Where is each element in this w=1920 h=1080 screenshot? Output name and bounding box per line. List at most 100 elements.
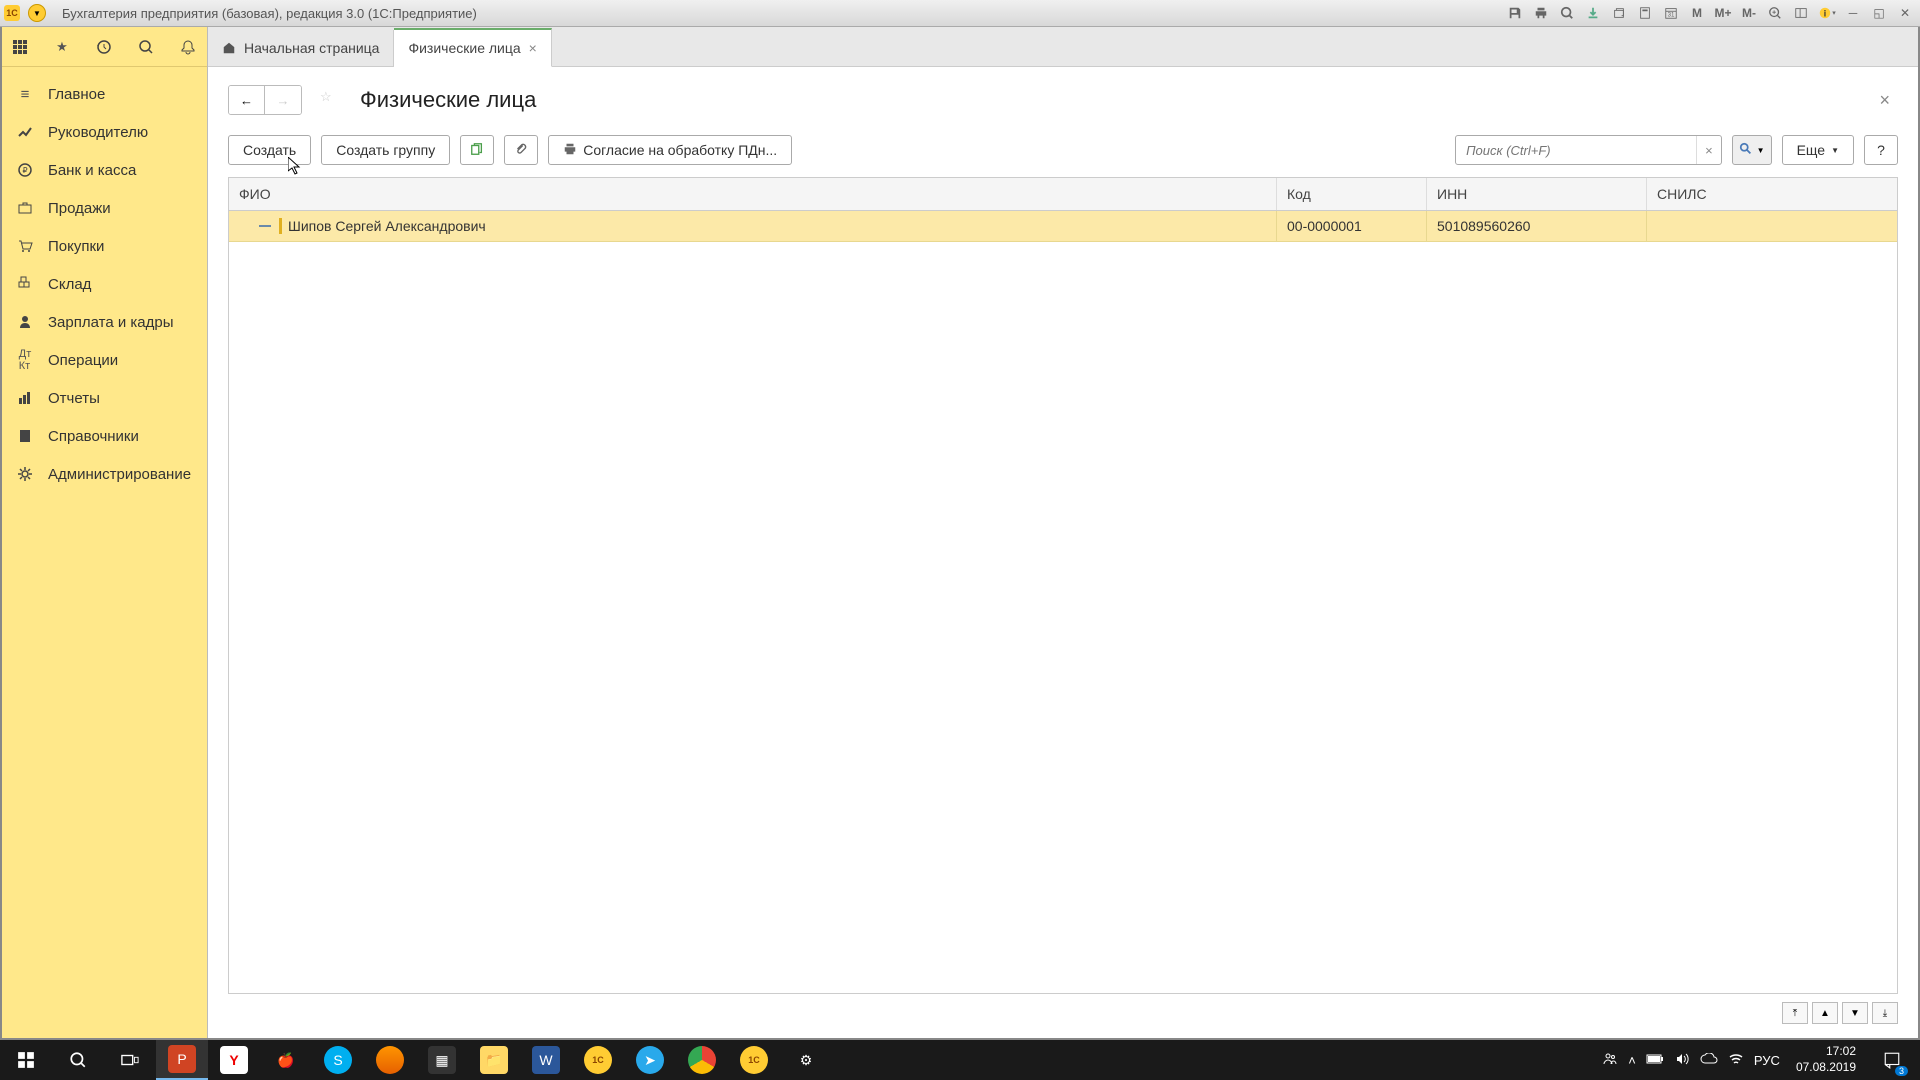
- more-button[interactable]: Еще ▼: [1782, 135, 1854, 165]
- panels-icon[interactable]: [1790, 4, 1812, 22]
- zoom-icon[interactable]: [1764, 4, 1786, 22]
- tray-expand-icon[interactable]: ˄: [1628, 1053, 1636, 1068]
- data-table: ФИО Код ИНН СНИЛС Шипов Сергей Александр…: [228, 177, 1898, 994]
- sidebar-item-operations[interactable]: ДтКтОперации: [2, 341, 207, 379]
- search-input[interactable]: [1456, 139, 1696, 162]
- attach-button[interactable]: [504, 135, 538, 165]
- star-icon[interactable]: ★: [52, 37, 72, 57]
- download-icon[interactable]: [1582, 4, 1604, 22]
- list-nav-first[interactable]: ⤒: [1782, 1002, 1808, 1024]
- sidebar-item-label: Банк и касса: [48, 162, 136, 179]
- tab-label: Физические лица: [408, 40, 520, 56]
- apps-icon[interactable]: [10, 37, 30, 57]
- taskbar-app-yandex[interactable]: Y: [208, 1040, 260, 1080]
- taskbar-app-tomato[interactable]: 🍎: [260, 1040, 312, 1080]
- nav-back-button[interactable]: ←: [229, 86, 265, 114]
- cortana-search[interactable]: [52, 1040, 104, 1080]
- sidebar-item-manager[interactable]: Руководителю: [2, 113, 207, 151]
- column-header-fio[interactable]: ФИО: [229, 178, 1277, 210]
- cell-inn: 501089560260: [1427, 211, 1647, 241]
- cart-icon: [16, 237, 34, 255]
- copy-icon: [470, 142, 484, 159]
- taskbar-app-skype[interactable]: S: [312, 1040, 364, 1080]
- info-icon[interactable]: i▾: [1816, 4, 1838, 22]
- app-menu-dropdown[interactable]: ▼: [28, 4, 46, 22]
- taskbar-app-explorer[interactable]: 📁: [468, 1040, 520, 1080]
- copy-button[interactable]: [460, 135, 494, 165]
- notifications-button[interactable]: 3: [1872, 1040, 1912, 1080]
- create-group-button[interactable]: Создать группу: [321, 135, 450, 165]
- create-button[interactable]: Создать: [228, 135, 311, 165]
- taskbar-app-1c-1[interactable]: 1C: [572, 1040, 624, 1080]
- chart-icon: [16, 389, 34, 407]
- volume-icon[interactable]: [1674, 1051, 1690, 1070]
- help-button[interactable]: ?: [1864, 135, 1898, 165]
- sidebar-item-bank[interactable]: ₽ Банк и касса: [2, 151, 207, 189]
- taskbar-app-chrome[interactable]: [676, 1040, 728, 1080]
- column-header-code[interactable]: Код: [1277, 178, 1427, 210]
- favorite-star-icon[interactable]: ☆: [320, 89, 342, 111]
- sidebar-item-salary[interactable]: Зарплата и кадры: [2, 303, 207, 341]
- taskbar-app-1c-2[interactable]: 1C: [728, 1040, 780, 1080]
- tab-home[interactable]: Начальная страница: [208, 30, 394, 66]
- paperclip-icon: [514, 142, 528, 159]
- sidebar-item-main[interactable]: ≡Главное: [2, 75, 207, 113]
- list-nav-up[interactable]: ▲: [1812, 1002, 1838, 1024]
- tab-label: Начальная страница: [244, 40, 379, 56]
- column-header-snils[interactable]: СНИЛС: [1647, 178, 1897, 210]
- print-icon[interactable]: [1530, 4, 1552, 22]
- mem-m[interactable]: M: [1686, 4, 1708, 22]
- mem-mminus[interactable]: M-: [1738, 4, 1760, 22]
- tab-individuals[interactable]: Физические лица ×: [394, 28, 551, 67]
- taskbar-app-powerpoint[interactable]: P: [156, 1040, 208, 1080]
- list-nav-down[interactable]: ▼: [1842, 1002, 1868, 1024]
- nav-forward-button[interactable]: →: [265, 86, 301, 114]
- titlebar: 1C ▼ Бухгалтерия предприятия (базовая), …: [0, 0, 1920, 27]
- taskbar-app-telegram[interactable]: ➤: [624, 1040, 676, 1080]
- sidebar-item-label: Операции: [48, 352, 118, 369]
- sidebar-item-references[interactable]: Справочники: [2, 417, 207, 455]
- link-icon[interactable]: [1608, 4, 1630, 22]
- history-icon[interactable]: [94, 37, 114, 57]
- consent-button[interactable]: Согласие на обработку ПДн...: [548, 135, 792, 165]
- taskbar-app-settings[interactable]: ⚙: [780, 1040, 832, 1080]
- sidebar-item-sales[interactable]: Продажи: [2, 189, 207, 227]
- taskbar-clock[interactable]: 17:02 07.08.2019: [1790, 1044, 1862, 1075]
- close-button[interactable]: ✕: [1894, 4, 1916, 22]
- start-button[interactable]: [0, 1040, 52, 1080]
- column-header-inn[interactable]: ИНН: [1427, 178, 1647, 210]
- sidebar: ★ ≡Главное Руководителю ₽ Банк и касса Пр…: [2, 27, 208, 1038]
- list-nav-last[interactable]: ⤓: [1872, 1002, 1898, 1024]
- task-view[interactable]: [104, 1040, 156, 1080]
- wifi-icon[interactable]: [1728, 1051, 1744, 1070]
- preview-icon[interactable]: [1556, 4, 1578, 22]
- battery-icon[interactable]: [1646, 1053, 1664, 1068]
- mem-mplus[interactable]: M+: [1712, 4, 1734, 22]
- taskbar-app-calculator[interactable]: ▦: [416, 1040, 468, 1080]
- people-icon[interactable]: [1602, 1051, 1618, 1070]
- magnifier-icon: [1739, 142, 1753, 159]
- bell-icon[interactable]: [178, 37, 198, 57]
- page-close-button[interactable]: ×: [1871, 90, 1898, 111]
- language-indicator[interactable]: РУС: [1754, 1053, 1780, 1068]
- calc-icon[interactable]: [1634, 4, 1656, 22]
- svg-text:₽: ₽: [22, 166, 27, 175]
- calendar-icon[interactable]: 31: [1660, 4, 1682, 22]
- maximize-button[interactable]: ◱: [1868, 4, 1890, 22]
- search-dropdown-button[interactable]: ▼: [1732, 135, 1772, 165]
- minimize-button[interactable]: ─: [1842, 4, 1864, 22]
- save-icon[interactable]: [1504, 4, 1526, 22]
- window-title: Бухгалтерия предприятия (базовая), редак…: [62, 6, 477, 21]
- table-row[interactable]: Шипов Сергей Александрович 00-0000001 50…: [229, 211, 1897, 242]
- sidebar-item-purchases[interactable]: Покупки: [2, 227, 207, 265]
- search-icon[interactable]: [136, 37, 156, 57]
- onedrive-icon[interactable]: [1700, 1053, 1718, 1068]
- taskbar-app-word[interactable]: W: [520, 1040, 572, 1080]
- sidebar-item-reports[interactable]: Отчеты: [2, 379, 207, 417]
- search-clear-button[interactable]: ×: [1696, 136, 1721, 164]
- sidebar-item-admin[interactable]: Администрирование: [2, 455, 207, 493]
- taskbar-app-firefox[interactable]: [364, 1040, 416, 1080]
- tab-close-icon[interactable]: ×: [529, 40, 537, 56]
- sidebar-item-warehouse[interactable]: Склад: [2, 265, 207, 303]
- sidebar-item-label: Справочники: [48, 428, 139, 445]
